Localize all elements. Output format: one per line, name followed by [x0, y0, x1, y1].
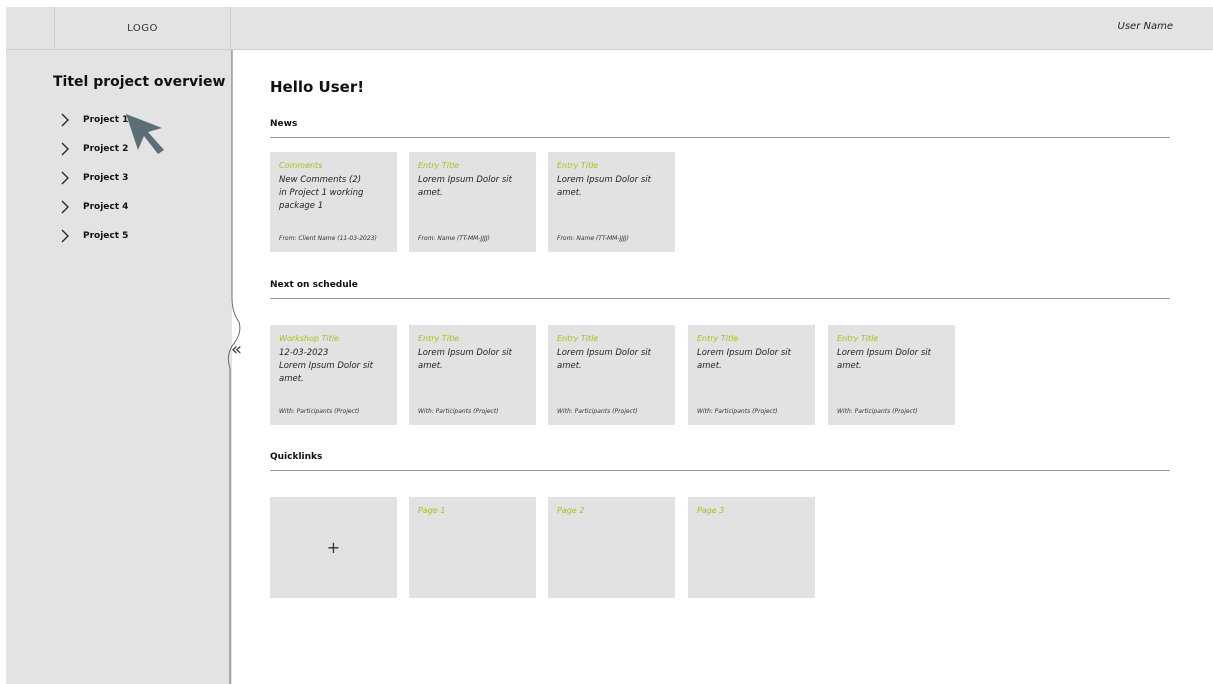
- quicklinks-divider: [270, 470, 1170, 471]
- collapse-sidebar-button[interactable]: «: [231, 339, 242, 360]
- card-body: Lorem Ipsum Dolor sit amet.: [697, 347, 815, 373]
- sidebar-item-label: Project 2: [83, 143, 129, 154]
- card-footer: From: Name (TT-MM-JJJJ): [557, 235, 629, 242]
- schedule-card[interactable]: Entry Title Lorem Ipsum Dolor sit amet. …: [409, 325, 536, 425]
- card-footer: From: Name (TT-MM-JJJJ): [418, 235, 490, 242]
- card-body: Lorem Ipsum Dolor sit amet.: [837, 347, 955, 373]
- news-card[interactable]: Entry Title Lorem Ipsum Dolor sit amet. …: [548, 152, 675, 252]
- card-title: Entry Title: [557, 334, 599, 343]
- user-name[interactable]: User Name: [1118, 21, 1173, 32]
- sidebar-item-project-5[interactable]: Project 5: [61, 221, 128, 250]
- card-body-line: Lorem Ipsum Dolor sit amet.: [279, 361, 373, 384]
- mouse-pointer-icon: [126, 114, 164, 154]
- sidebar-divider: [227, 50, 241, 684]
- sidebar-item-project-2[interactable]: Project 2: [61, 134, 128, 163]
- schedule-card[interactable]: Entry Title Lorem Ipsum Dolor sit amet. …: [688, 325, 815, 425]
- card-body-line: Lorem Ipsum Dolor sit amet.: [557, 348, 651, 371]
- add-quicklink-button[interactable]: +: [270, 497, 397, 598]
- sidebar-item-project-1[interactable]: Project 1: [61, 105, 128, 134]
- sidebar-item-label: Project 5: [83, 230, 129, 241]
- card-body: Lorem Ipsum Dolor sit amet.: [418, 347, 536, 373]
- card-body-line: in Project 1 working package 1: [279, 188, 364, 211]
- quicklinks-section-title: Quicklinks: [270, 452, 323, 462]
- schedule-divider: [270, 298, 1170, 299]
- card-body: Lorem Ipsum Dolor sit amet.: [418, 174, 536, 200]
- quicklink-card[interactable]: Page 3: [688, 497, 815, 598]
- card-title: Entry Title: [418, 334, 460, 343]
- news-divider: [270, 137, 1170, 138]
- greeting: Hello User!: [270, 78, 365, 96]
- logo[interactable]: LOGO: [54, 7, 231, 49]
- schedule-card[interactable]: Entry Title Lorem Ipsum Dolor sit amet. …: [828, 325, 955, 425]
- project-list: Project 1 Project 2 Project 3 Project 4 …: [61, 105, 128, 250]
- card-body-line: Lorem Ipsum Dolor sit amet.: [418, 175, 512, 198]
- app-frame: LOGO User Name Titel project overview Pr…: [6, 7, 1213, 684]
- card-body-line: Lorem Ipsum Dolor sit amet.: [557, 175, 651, 198]
- card-title: Comments: [279, 161, 323, 170]
- news-card[interactable]: Entry Title Lorem Ipsum Dolor sit amet. …: [409, 152, 536, 252]
- card-title: Entry Title: [697, 334, 739, 343]
- card-footer: With: Participants (Project): [557, 408, 638, 415]
- card-body-line: 12-03-2023: [279, 348, 329, 358]
- chevron-right-icon: [61, 200, 69, 213]
- card-title: Entry Title: [418, 161, 460, 170]
- top-bar: LOGO User Name: [6, 7, 1213, 50]
- sidebar-item-label: Project 1: [83, 114, 129, 125]
- card-title: Page 2: [557, 506, 585, 515]
- sidebar-item-project-4[interactable]: Project 4: [61, 192, 128, 221]
- card-body: Lorem Ipsum Dolor sit amet.: [557, 174, 675, 200]
- card-title: Page 3: [697, 506, 725, 515]
- card-body-line: Lorem Ipsum Dolor sit amet.: [837, 348, 931, 371]
- card-body-line: New Comments (2): [279, 175, 362, 185]
- card-body-line: Lorem Ipsum Dolor sit amet.: [418, 348, 512, 371]
- sidebar-title: Titel project overview: [53, 74, 226, 90]
- schedule-card[interactable]: Entry Title Lorem Ipsum Dolor sit amet. …: [548, 325, 675, 425]
- chevron-right-icon: [61, 229, 69, 242]
- card-body-line: Lorem Ipsum Dolor sit amet.: [697, 348, 791, 371]
- sidebar-item-label: Project 4: [83, 201, 129, 212]
- news-card[interactable]: Comments New Comments (2) in Project 1 w…: [270, 152, 397, 252]
- card-body: 12-03-2023 Lorem Ipsum Dolor sit amet.: [279, 347, 397, 386]
- schedule-card[interactable]: Workshop Title 12-03-2023 Lorem Ipsum Do…: [270, 325, 397, 425]
- card-title: Entry Title: [837, 334, 879, 343]
- chevron-right-icon: [61, 142, 69, 155]
- sidebar: Titel project overview Project 1 Project…: [6, 50, 232, 684]
- card-body: New Comments (2) in Project 1 working pa…: [279, 174, 397, 213]
- sidebar-item-label: Project 3: [83, 172, 129, 183]
- card-title: Workshop Title: [279, 334, 339, 343]
- quicklink-card[interactable]: Page 2: [548, 497, 675, 598]
- card-footer: With: Participants (Project): [279, 408, 360, 415]
- card-footer: With: Participants (Project): [837, 408, 918, 415]
- sidebar-item-project-3[interactable]: Project 3: [61, 163, 128, 192]
- schedule-section-title: Next on schedule: [270, 280, 358, 290]
- card-title: Page 1: [418, 506, 446, 515]
- card-footer: From: Client Name (11-03-2023): [279, 235, 377, 242]
- card-footer: With: Participants (Project): [418, 408, 499, 415]
- news-section-title: News: [270, 119, 298, 129]
- card-footer: With: Participants (Project): [697, 408, 778, 415]
- card-body: Lorem Ipsum Dolor sit amet.: [557, 347, 675, 373]
- quicklink-card[interactable]: Page 1: [409, 497, 536, 598]
- chevron-right-icon: [61, 171, 69, 184]
- chevron-right-icon: [61, 113, 69, 126]
- card-title: Entry Title: [557, 161, 599, 170]
